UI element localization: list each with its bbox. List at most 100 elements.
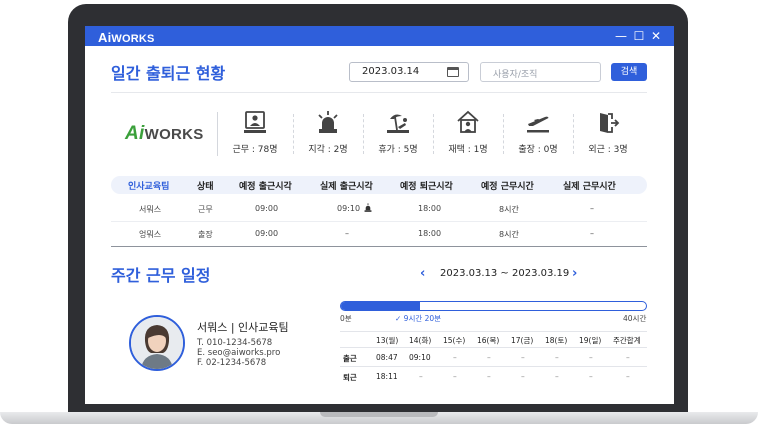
divider [573, 114, 574, 154]
weekly-col-header: 17(금) [511, 336, 534, 345]
weekly-cell: – [521, 353, 525, 362]
progress-max-label: 40시간 [623, 314, 647, 323]
weekly-col-header: 16(목) [477, 336, 500, 345]
stat-business-trip: 출장 : 0명 [508, 110, 568, 155]
page-title: 일간 출퇴근 현황 [111, 64, 226, 83]
title-bar: AiWORKS — ☐ ✕ [85, 26, 674, 46]
stat-label: 외근 : 3명 [588, 145, 628, 155]
app-window: AiWORKS — ☐ ✕ 일간 출퇴근 현황 2023.03.14 사용자/조… [85, 26, 674, 404]
table-cell-status: 근무 [198, 205, 213, 214]
minimize-icon[interactable]: — [613, 28, 629, 44]
weekly-cell: – [453, 353, 457, 362]
table-cell-planned-in: 09:00 [255, 204, 279, 213]
company-logo: AiWORKS [125, 123, 204, 145]
column-header-planned-in: 예정 출근시각 [239, 182, 292, 192]
maximize-icon[interactable]: ☐ [631, 28, 647, 44]
airplane-departure-icon [527, 116, 549, 133]
table-cell-planned-out: 18:00 [418, 229, 442, 238]
weekly-cell: 08:47 [376, 353, 398, 362]
table-cell-status: 출장 [198, 230, 213, 239]
profile-photo [131, 317, 183, 369]
divider [363, 114, 364, 154]
row-divider [340, 366, 647, 367]
calendar-icon[interactable] [447, 67, 459, 77]
home-work-icon [457, 110, 479, 133]
stat-label: 근무 : 78명 [232, 145, 278, 155]
table-cell-name[interactable]: 엉뭐스 [139, 229, 161, 240]
weekly-section-title: 주간 근무 일정 [111, 266, 211, 285]
stat-field-work: 외근 : 3명 [578, 110, 638, 155]
logo-text: WORKS [144, 126, 204, 143]
divider [503, 114, 504, 154]
profile-name: 서뭐스 | 인사교육팀 [197, 321, 289, 334]
divider [433, 114, 434, 154]
stat-work: 근무 : 78명 [225, 110, 285, 155]
desk-worker-icon [244, 111, 266, 133]
weekly-col-header: 13(월) [376, 336, 399, 345]
weekly-cell: – [419, 372, 423, 381]
progress-fill [341, 302, 421, 310]
table-bottom-divider [111, 246, 647, 247]
table-cell-planned-hours: 8시간 [499, 230, 519, 239]
stat-late: 지각 : 2명 [298, 110, 358, 155]
divider [293, 114, 294, 154]
date-picker[interactable]: 2023.03.14 [349, 62, 469, 82]
divider [111, 92, 647, 93]
weekly-cell: – [453, 372, 457, 381]
brand-text: WORKS [111, 33, 155, 45]
weekly-cell: 18:11 [376, 372, 398, 381]
stat-label: 지각 : 2명 [308, 145, 348, 155]
table-cell-actual-in: 09:10 [337, 204, 361, 213]
siren-icon [318, 111, 338, 133]
table-cell-planned-out: 18:00 [418, 204, 442, 213]
weekly-row-label: 출근 [343, 354, 357, 363]
stat-label: 휴가 : 5명 [378, 145, 418, 155]
chevron-right-icon[interactable]: › [572, 266, 577, 281]
column-header-status: 상태 [197, 182, 214, 192]
avatar [129, 315, 185, 371]
weekly-col-header: 14(화) [409, 336, 432, 345]
row-divider [111, 221, 647, 222]
table-cell-planned-hours: 8시간 [499, 205, 519, 214]
weekly-cell: – [487, 353, 491, 362]
column-header-team[interactable]: 인사교육팀 [128, 179, 169, 192]
table-cell-name[interactable]: 서뭐스 [139, 204, 161, 215]
table-cell-planned-in: 09:00 [255, 229, 279, 238]
table-cell-actual-hours: – [590, 229, 594, 238]
column-header-actual-in: 실제 출근시각 [320, 182, 373, 192]
weekly-row-label: 퇴근 [343, 373, 357, 382]
column-header-planned-out: 예정 퇴근시각 [400, 182, 453, 192]
stat-label: 출장 : 0명 [518, 145, 558, 155]
progress-min-label: 0분 [340, 314, 352, 323]
weekly-cell: – [487, 372, 491, 381]
search-button[interactable]: 검색 [611, 63, 647, 81]
siren-icon [364, 203, 372, 212]
weekly-cell: – [626, 353, 630, 362]
date-value: 2023.03.14 [362, 66, 420, 77]
stat-vacation: 휴가 : 5명 [368, 110, 428, 155]
row-divider [340, 331, 647, 332]
column-header-planned-hours: 예정 근무시간 [481, 182, 534, 192]
search-input[interactable]: 사용자/조직 [480, 62, 601, 82]
weekly-cell: – [555, 353, 559, 362]
work-hours-progress [340, 301, 647, 311]
brand-logo: AiWORKS [98, 30, 155, 45]
check-icon: ✓ [395, 314, 404, 323]
weekly-cell: – [626, 372, 630, 381]
profile-email[interactable]: E. seo@aiworks.pro [197, 348, 280, 358]
weekly-col-header: 15(수) [443, 336, 466, 345]
brand-prefix: Ai [98, 30, 112, 45]
weekly-cell: – [521, 372, 525, 381]
table-cell-actual-in: – [345, 229, 349, 238]
weekly-cell: – [555, 372, 559, 381]
profile-tel: T. 010-1234-5678 [197, 338, 273, 348]
progress-current-label: ✓ 9시간 20분 [395, 313, 441, 324]
divider [217, 112, 218, 156]
chevron-left-icon[interactable]: ‹ [420, 266, 425, 281]
beach-vacation-icon [387, 114, 409, 133]
close-icon[interactable]: ✕ [648, 28, 664, 44]
row-divider [340, 347, 647, 348]
weekly-cell: 09:10 [409, 353, 431, 362]
weekly-col-header: 19(일) [579, 336, 602, 345]
week-range: 2023.03.13 ~ 2023.03.19 [440, 268, 570, 279]
